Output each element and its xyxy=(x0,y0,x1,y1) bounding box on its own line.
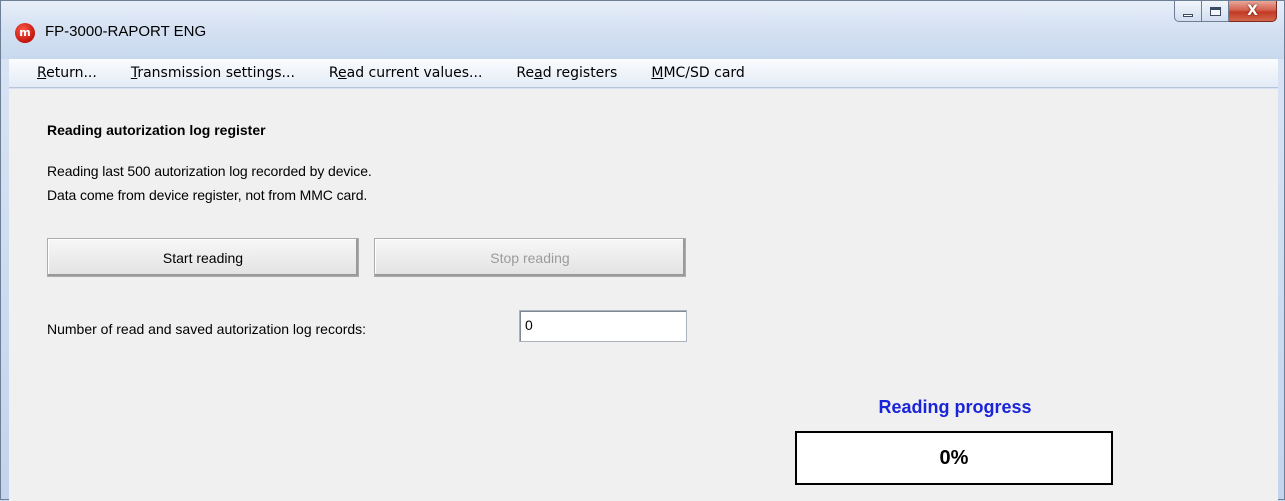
records-count-field[interactable]: 0 xyxy=(519,310,687,342)
main-panel: Reading autorization log register Readin… xyxy=(9,89,1278,501)
window-title: FP-3000-RAPORT ENG xyxy=(45,23,207,40)
close-icon: X xyxy=(1247,3,1258,19)
description-line-2: Data come from device register, not from… xyxy=(47,187,368,203)
menu-item-return[interactable]: Return... xyxy=(37,65,97,81)
menu-item-label-pre: R xyxy=(328,65,339,81)
maximize-button[interactable] xyxy=(1202,1,1229,22)
menu-item-label: ransmission settings... xyxy=(137,65,295,81)
records-count-label: Number of read and saved autorization lo… xyxy=(47,321,367,337)
stop-reading-button: Stop reading xyxy=(374,238,686,277)
menu-item-label: d registers xyxy=(542,65,618,81)
minimize-icon xyxy=(1183,13,1193,17)
menu-item-accel-key: M xyxy=(651,65,664,81)
menu-item-accel-key: a xyxy=(534,65,543,81)
minimize-button[interactable] xyxy=(1174,1,1202,22)
menu-item-read-current-values[interactable]: Read current values... xyxy=(329,65,483,81)
progress-indicator: 0% xyxy=(795,431,1113,485)
menu-item-mmc-sd-card[interactable]: MMC/SD card xyxy=(651,65,744,81)
maximize-icon xyxy=(1209,6,1221,16)
panel-heading: Reading autorization log register xyxy=(47,122,266,138)
menu-item-accel-key: R xyxy=(37,65,47,81)
close-button[interactable]: X xyxy=(1229,1,1277,22)
description-line-1: Reading last 500 autorization log record… xyxy=(47,163,372,179)
app-window: m FP-3000-RAPORT ENG X Return... Transmi… xyxy=(0,0,1285,501)
menu-item-accel-key: e xyxy=(338,65,347,81)
menu-item-label: eturn... xyxy=(46,65,97,81)
app-logo-icon[interactable]: m xyxy=(15,23,35,43)
menu-item-transmission-settings[interactable]: Transmission settings... xyxy=(131,65,295,81)
progress-percent: 0% xyxy=(939,446,969,469)
menu-bar: Return... Transmission settings... Read … xyxy=(9,59,1278,88)
menu-item-read-registers[interactable]: Read registers xyxy=(516,65,617,81)
window-controls: X xyxy=(1174,1,1277,23)
progress-title: Reading progress xyxy=(878,397,1032,417)
menu-item-label-pre: Re xyxy=(516,65,535,81)
title-bar[interactable]: m FP-3000-RAPORT ENG X xyxy=(1,1,1284,59)
menu-item-label: ad current values... xyxy=(346,65,483,81)
start-reading-button[interactable]: Start reading xyxy=(47,238,359,277)
menu-item-label: MC/SD card xyxy=(663,65,745,81)
